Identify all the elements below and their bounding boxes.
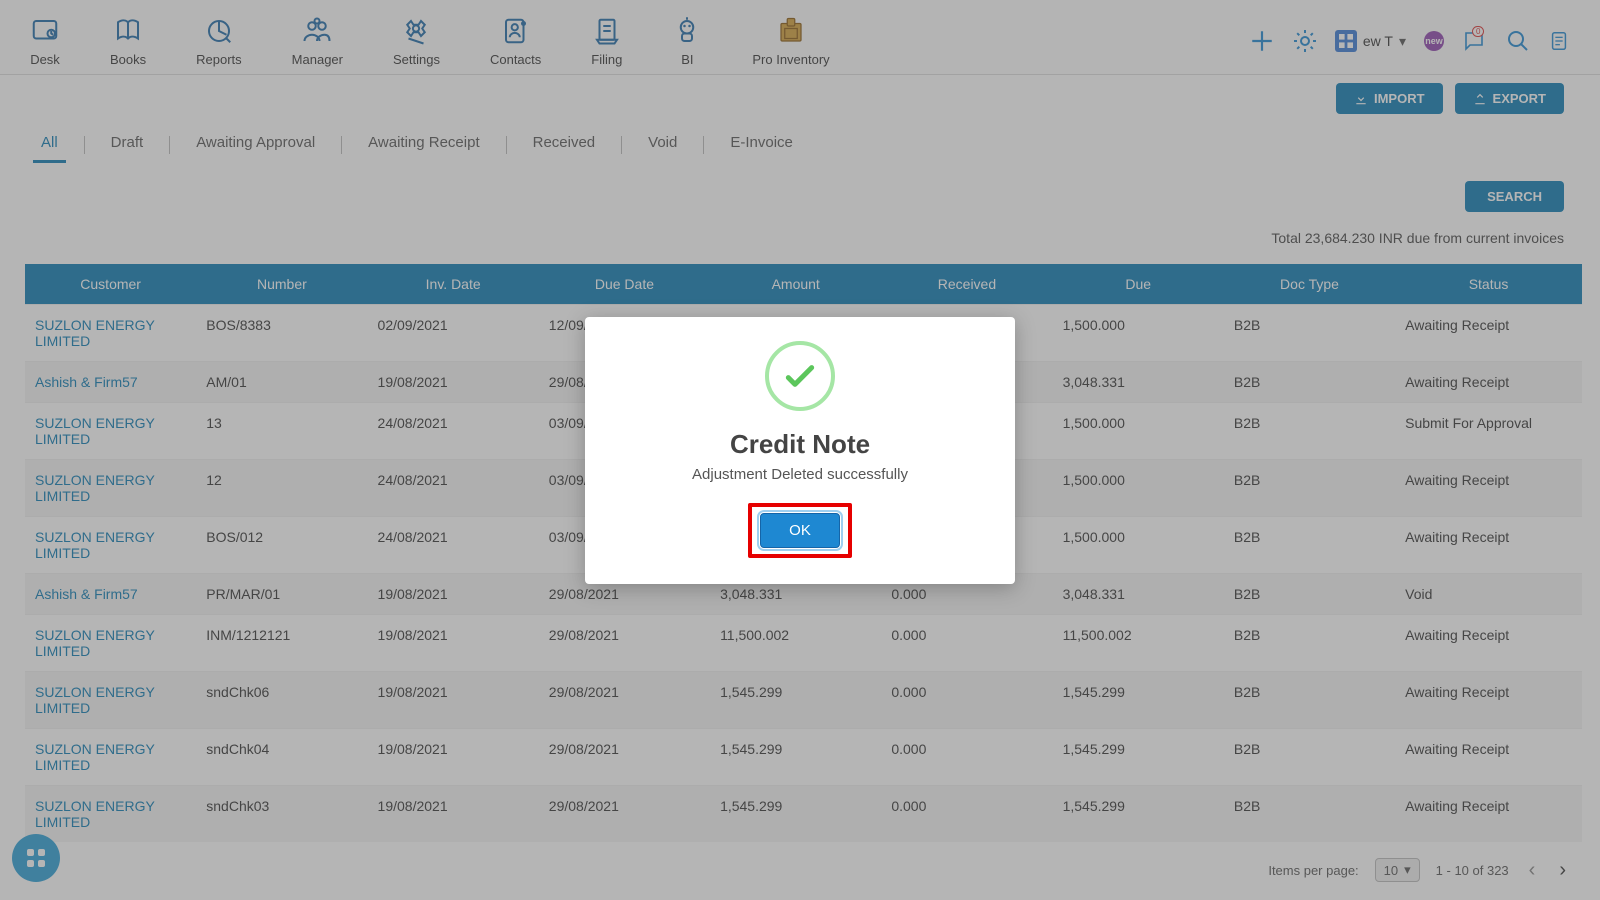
credit-note-modal: Credit Note Adjustment Deleted successfu…: [585, 317, 1015, 584]
modal-message: Adjustment Deleted successfully: [692, 466, 908, 483]
success-check-icon: [765, 341, 835, 411]
modal-ok-button[interactable]: OK: [760, 513, 840, 548]
modal-title: Credit Note: [730, 429, 870, 460]
ok-highlight: OK: [748, 503, 852, 558]
modal-overlay: Credit Note Adjustment Deleted successfu…: [0, 0, 1600, 900]
